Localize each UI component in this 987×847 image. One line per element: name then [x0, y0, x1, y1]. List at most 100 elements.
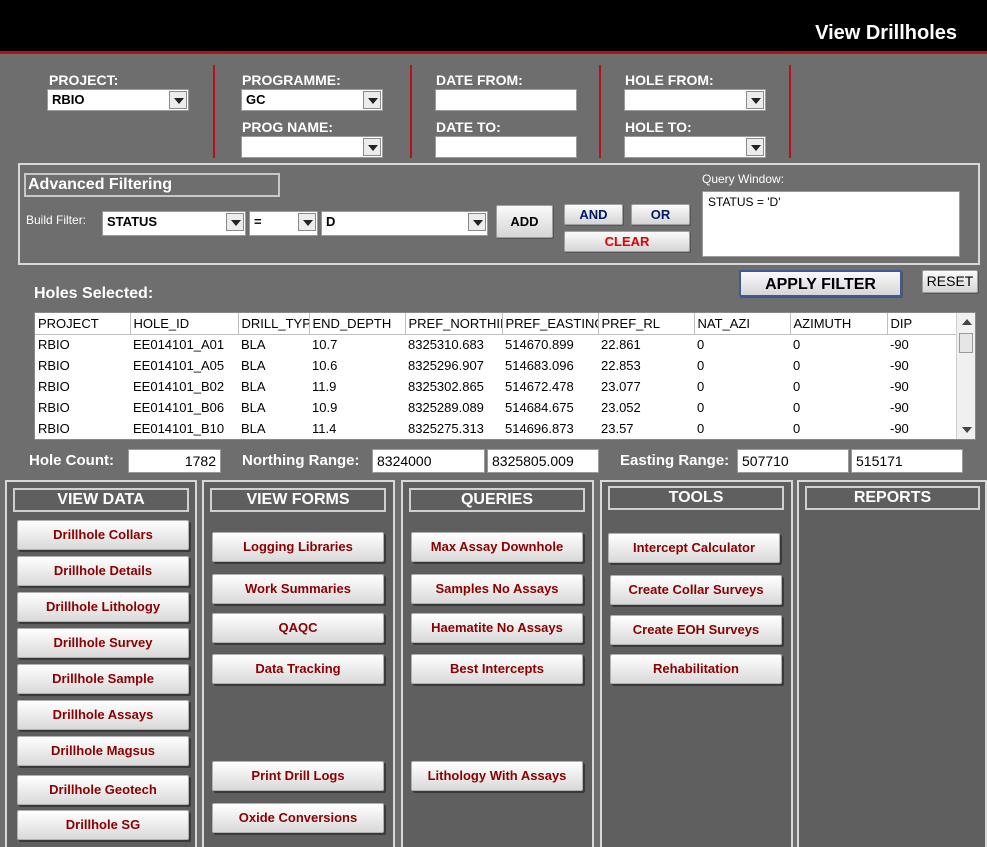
tools-panel: TOOLS Intercept Calculator Create Collar…	[600, 480, 793, 847]
drillhole-survey-button[interactable]: Drillhole Survey	[17, 628, 189, 658]
data-tracking-button[interactable]: Data Tracking	[212, 654, 384, 684]
clear-button[interactable]: CLEAR	[564, 231, 690, 252]
intercept-calculator-button[interactable]: Intercept Calculator	[608, 533, 780, 563]
haematite-no-assays-button[interactable]: Haematite No Assays	[411, 613, 583, 643]
tools-title: TOOLS	[608, 486, 784, 510]
column-header[interactable]: DRILL_TYP	[238, 313, 310, 335]
best-intercepts-button[interactable]: Best Intercepts	[411, 654, 583, 684]
project-label: PROJECT:	[49, 72, 119, 88]
hole-from-combo[interactable]	[624, 89, 766, 111]
table-cell: 8325289.089	[408, 400, 484, 415]
table-cell: 22.861	[601, 337, 641, 353]
column-header[interactable]: PREF_EASTING	[502, 313, 599, 335]
filter-value-combo[interactable]: D	[321, 211, 488, 236]
create-collar-surveys-button[interactable]: Create Collar Surveys	[610, 575, 782, 605]
oxide-conversions-button[interactable]: Oxide Conversions	[212, 803, 384, 833]
apply-filter-button[interactable]: APPLY FILTER	[739, 270, 902, 297]
divider	[213, 65, 215, 158]
programme-combo[interactable]: GC	[241, 89, 383, 111]
drillhole-magsus-button[interactable]: Drillhole Magsus	[17, 736, 189, 766]
table-cell: EE014101_A01	[133, 337, 225, 353]
chevron-down-icon[interactable]	[226, 213, 244, 231]
table-cell: RBIO	[38, 379, 70, 394]
holes-grid[interactable]: PROJECT HOLE_ID DRILL_TYP END_DEPTH PREF…	[34, 312, 976, 440]
create-eoh-surveys-button[interactable]: Create EOH Surveys	[610, 615, 782, 645]
table-row[interactable]: RBIO EE014101_A05 BLA 10.6 8325296.907 5…	[35, 355, 957, 376]
print-drill-logs-button[interactable]: Print Drill Logs	[212, 761, 384, 791]
filter-field-combo[interactable]: STATUS	[102, 211, 246, 236]
column-header[interactable]: PREF_RL	[598, 313, 695, 335]
add-button[interactable]: ADD	[496, 205, 553, 238]
table-cell: 10.9	[312, 400, 338, 415]
column-header[interactable]: DIP	[887, 313, 958, 335]
chevron-down-icon[interactable]	[363, 91, 381, 109]
work-summaries-button[interactable]: Work Summaries	[212, 574, 384, 604]
grid-header-row: PROJECT HOLE_ID DRILL_TYP END_DEPTH PREF…	[35, 313, 958, 335]
or-button[interactable]: OR	[631, 204, 690, 225]
table-cell: 22.853	[601, 358, 641, 373]
date-from-label: DATE FROM:	[436, 72, 523, 88]
table-cell: 0	[793, 337, 801, 353]
drillhole-geotech-button[interactable]: Drillhole Geotech	[17, 775, 189, 805]
logging-libraries-button[interactable]: Logging Libraries	[212, 532, 384, 562]
chevron-down-icon[interactable]	[746, 138, 764, 156]
scroll-thumb[interactable]	[959, 333, 973, 353]
table-cell: 514672.478	[505, 379, 574, 394]
northing-max-value: 8325805.009	[487, 449, 599, 473]
prog-name-combo[interactable]	[241, 136, 383, 158]
table-cell: 8325302.865	[408, 379, 484, 394]
column-header[interactable]: AZIMUTH	[790, 313, 888, 335]
table-cell: EE014101_B06	[133, 400, 225, 415]
table-cell: 514684.675	[505, 400, 574, 415]
column-header[interactable]: NAT_AZI	[694, 313, 791, 335]
column-header[interactable]: PREF_NORTHII	[405, 313, 503, 335]
reset-button[interactable]: RESET	[922, 270, 978, 293]
scroll-down-icon[interactable]	[962, 427, 972, 433]
hole-to-combo[interactable]	[624, 136, 766, 158]
drillhole-collars-button[interactable]: Drillhole Collars	[17, 520, 189, 550]
samples-no-assays-button[interactable]: Samples No Assays	[411, 574, 583, 604]
date-from-input[interactable]	[435, 89, 577, 111]
drillhole-sample-button[interactable]: Drillhole Sample	[17, 664, 189, 694]
programme-value: GC	[246, 92, 266, 107]
table-cell: EE014101_B02	[133, 379, 225, 394]
drillhole-sg-button[interactable]: Drillhole SG	[17, 810, 189, 840]
hole-from-label: HOLE FROM:	[625, 72, 714, 88]
chevron-down-icon[interactable]	[363, 138, 381, 156]
table-cell: 8325296.907	[408, 358, 484, 373]
vertical-scrollbar[interactable]	[956, 313, 975, 439]
scroll-up-icon[interactable]	[962, 319, 972, 325]
table-row[interactable]: RBIO EE014101_B10 BLA 11.4 8325275.313 5…	[35, 418, 957, 439]
column-header[interactable]: PROJECT	[35, 313, 131, 335]
date-to-input[interactable]	[435, 136, 577, 158]
table-row[interactable]: RBIO EE014101_B06 BLA 10.9 8325289.089 5…	[35, 397, 957, 418]
qaqc-button[interactable]: QAQC	[212, 613, 384, 643]
query-window[interactable]: STATUS = 'D'	[702, 191, 960, 257]
divider	[599, 65, 601, 158]
table-row[interactable]: RBIO EE014101_B02 BLA 11.9 8325302.865 5…	[35, 376, 957, 397]
drillhole-lithology-button[interactable]: Drillhole Lithology	[17, 592, 189, 622]
table-row[interactable]: RBIO EE014101_A01 BLA 10.7 8325310.683 5…	[35, 334, 957, 355]
rehabilitation-button[interactable]: Rehabilitation	[610, 654, 782, 684]
column-header[interactable]: END_DEPTH	[309, 313, 406, 335]
table-cell: 23.57	[601, 421, 634, 436]
lithology-with-assays-button[interactable]: Lithology With Assays	[411, 761, 583, 791]
chevron-down-icon[interactable]	[468, 213, 486, 231]
filter-value-value: D	[326, 214, 336, 229]
table-cell: EE014101_B10	[133, 421, 225, 436]
column-header[interactable]: HOLE_ID	[130, 313, 239, 335]
chevron-down-icon[interactable]	[169, 91, 187, 109]
title-bar: View Drillholes	[0, 0, 987, 54]
table-cell: 0	[697, 379, 705, 394]
drillhole-details-button[interactable]: Drillhole Details	[17, 556, 189, 586]
drillhole-assays-button[interactable]: Drillhole Assays	[17, 700, 189, 730]
filter-operator-combo[interactable]: =	[249, 211, 318, 236]
chevron-down-icon[interactable]	[746, 91, 764, 109]
northing-min-value: 8324000	[372, 449, 485, 473]
max-assay-downhole-button[interactable]: Max Assay Downhole	[411, 532, 583, 562]
and-button[interactable]: AND	[564, 204, 623, 225]
chevron-down-icon[interactable]	[298, 213, 316, 231]
project-combo[interactable]: RBIO	[47, 89, 189, 111]
window-title: View Drillholes	[815, 22, 957, 44]
holes-selected-label: Holes Selected:	[34, 285, 154, 302]
